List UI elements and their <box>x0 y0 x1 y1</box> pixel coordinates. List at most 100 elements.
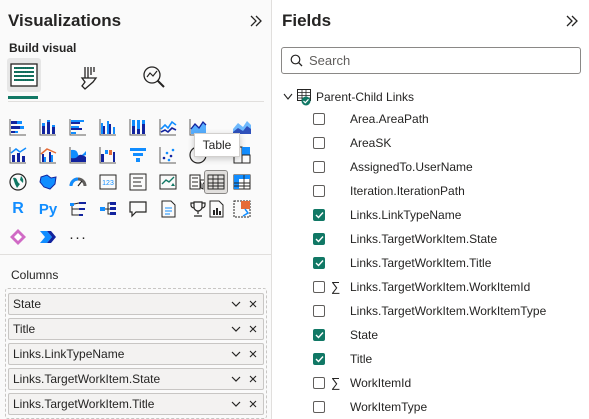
column-well-item[interactable]: Links.LinkTypeName <box>8 343 264 365</box>
column-well-label: Title <box>13 322 36 336</box>
waterfall-chart-icon[interactable] <box>97 144 119 166</box>
field-row[interactable]: Iteration.IterationPath <box>273 182 589 200</box>
visualizations-pane: Visualizations Build visual 123 R Py ···… <box>0 0 272 419</box>
r-script-visual-icon[interactable]: R <box>7 198 29 220</box>
key-influencers-icon[interactable] <box>67 198 89 220</box>
funnel-chart-icon[interactable] <box>127 144 149 166</box>
field-label: Links.LinkTypeName <box>350 208 462 222</box>
checkmark-icon <box>315 212 324 219</box>
tab-build-visual[interactable] <box>7 58 41 92</box>
field-row[interactable]: Links.LinkTypeName <box>273 206 589 224</box>
100-percent-column-chart-icon[interactable] <box>127 116 149 138</box>
column-well-label: Links.TargetWorkItem.State <box>13 372 161 386</box>
close-icon[interactable] <box>246 347 260 361</box>
field-checkbox[interactable] <box>313 401 325 413</box>
fields-pane: Fields Parent-Child Links Area.AreaPath A… <box>273 0 589 419</box>
stacked-column-chart-icon[interactable] <box>37 116 59 138</box>
tab-format-visual[interactable] <box>72 60 106 94</box>
svg-text:123: 123 <box>102 180 114 187</box>
gauge-icon[interactable] <box>67 171 89 193</box>
chevron-down-icon[interactable] <box>229 347 243 361</box>
field-row[interactable]: Links.TargetWorkItem.Title <box>273 254 589 272</box>
ribbon-chart-icon[interactable] <box>67 144 89 166</box>
collapse-visualizations-button[interactable] <box>246 11 266 31</box>
field-label: Links.TargetWorkItem.WorkItemId <box>350 280 531 294</box>
table-icon <box>297 89 313 106</box>
line-chart-icon[interactable] <box>157 116 179 138</box>
close-icon[interactable] <box>246 372 260 386</box>
power-automate-icon[interactable] <box>37 226 59 248</box>
field-checkbox[interactable] <box>313 137 325 149</box>
close-icon[interactable] <box>246 322 260 336</box>
chevron-down-icon[interactable] <box>283 93 293 101</box>
field-row[interactable]: Title <box>273 350 589 368</box>
table-node-parent-child-links[interactable]: Parent-Child Links <box>283 88 414 106</box>
chevron-down-icon[interactable] <box>229 322 243 336</box>
field-label: Links.TargetWorkItem.Title <box>350 256 492 270</box>
build-visual-label: Build visual <box>9 41 77 55</box>
column-well-item[interactable]: Links.TargetWorkItem.Title <box>8 393 264 415</box>
power-apps-visual-icon[interactable] <box>231 198 253 220</box>
collapse-fields-button[interactable] <box>562 11 582 31</box>
field-row[interactable]: WorkItemType <box>273 398 589 416</box>
power-apps-icon[interactable] <box>7 226 29 248</box>
field-checkbox[interactable] <box>313 161 325 173</box>
double-chevron-right-icon <box>566 15 578 27</box>
chevron-down-icon[interactable] <box>229 397 243 411</box>
field-row[interactable]: AreaSK <box>273 134 589 152</box>
column-well-item[interactable]: Links.TargetWorkItem.State <box>8 368 264 390</box>
python-visual-icon[interactable]: Py <box>37 198 59 220</box>
field-row[interactable]: Area.AreaPath <box>273 110 589 128</box>
field-checkbox[interactable] <box>313 329 325 341</box>
search-input[interactable] <box>309 53 559 68</box>
decomposition-tree-icon[interactable] <box>97 198 119 220</box>
close-icon[interactable] <box>246 297 260 311</box>
chevron-down-icon[interactable] <box>229 372 243 386</box>
clustered-column-chart-icon[interactable] <box>97 116 119 138</box>
field-checkbox[interactable] <box>313 305 325 317</box>
checkmark-badge-icon <box>301 96 311 106</box>
field-checkbox[interactable] <box>313 353 325 365</box>
close-icon[interactable] <box>246 397 260 411</box>
build-visual-icon <box>10 63 38 87</box>
field-checkbox[interactable] <box>313 377 325 389</box>
chevron-down-icon[interactable] <box>229 297 243 311</box>
line-and-stacked-column-chart-icon[interactable] <box>7 144 29 166</box>
column-well-label: State <box>13 297 42 311</box>
active-tab-indicator <box>8 96 38 99</box>
paginated-report-icon[interactable] <box>205 198 227 220</box>
filled-map-icon[interactable] <box>37 171 59 193</box>
map-icon[interactable] <box>7 171 29 193</box>
clustered-bar-chart-icon[interactable] <box>67 116 89 138</box>
field-label: WorkItemType <box>350 400 428 414</box>
field-checkbox[interactable] <box>313 233 325 245</box>
field-checkbox[interactable] <box>313 209 325 221</box>
smart-narrative-icon[interactable] <box>157 198 179 220</box>
matrix-icon[interactable] <box>231 171 253 193</box>
field-row[interactable]: State <box>273 326 589 344</box>
field-row[interactable]: ∑ WorkItemId <box>273 374 589 392</box>
stacked-bar-chart-icon[interactable] <box>7 116 29 138</box>
table-visual-icon[interactable] <box>204 170 228 194</box>
qa-visual-icon[interactable] <box>127 198 149 220</box>
field-checkbox[interactable] <box>313 113 325 125</box>
field-row[interactable]: AssignedTo.UserName <box>273 158 589 176</box>
field-checkbox[interactable] <box>313 257 325 269</box>
field-label: WorkItemId <box>350 376 412 390</box>
multi-row-card-icon[interactable] <box>127 171 149 193</box>
field-row[interactable]: Links.TargetWorkItem.State <box>273 230 589 248</box>
fields-search-box[interactable] <box>281 47 581 74</box>
scatter-chart-icon[interactable] <box>157 144 179 166</box>
kpi-icon[interactable] <box>157 171 179 193</box>
field-checkbox[interactable] <box>313 281 325 293</box>
field-row[interactable]: ∑ Links.TargetWorkItem.WorkItemId <box>273 278 589 296</box>
column-well-item[interactable]: Title <box>8 318 264 340</box>
line-and-clustered-column-chart-icon[interactable] <box>37 144 59 166</box>
tab-analytics[interactable] <box>137 60 171 94</box>
card-icon[interactable]: 123 <box>97 171 119 193</box>
more-visuals-button[interactable]: ··· <box>67 226 89 248</box>
column-well-item[interactable]: State <box>8 293 264 315</box>
field-row[interactable]: Links.TargetWorkItem.WorkItemType <box>273 302 589 320</box>
checkmark-icon <box>315 260 324 267</box>
field-checkbox[interactable] <box>313 185 325 197</box>
